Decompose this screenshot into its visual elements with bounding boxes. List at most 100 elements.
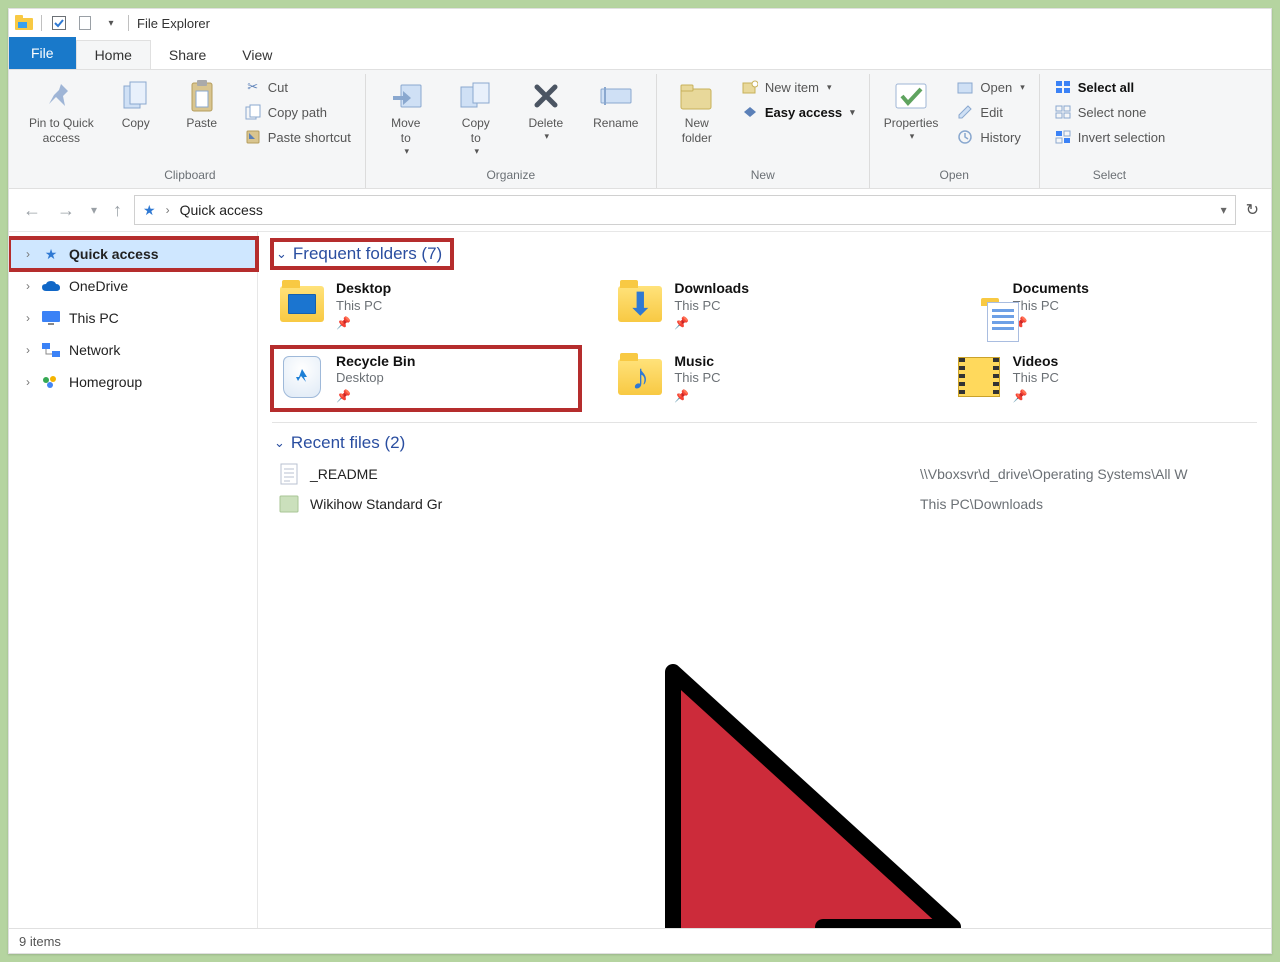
expand-icon[interactable]: › [23,311,33,325]
properties-check-icon [893,78,929,114]
paste-icon [184,78,220,114]
chevron-down-icon: ▾ [475,146,480,157]
refresh-button[interactable]: ↻ [1244,200,1261,220]
new-folder-button[interactable]: New folder [667,74,727,146]
content-pane: ⌄ Frequent folders (7) DesktopThis PC📌 ⬇… [258,232,1271,954]
easy-access-icon [741,103,759,121]
delete-x-icon [528,78,564,114]
move-to-icon [388,78,424,114]
folder-item-downloads[interactable]: ⬇ DownloadsThis PC📌 [610,274,918,337]
sidebar-item-label: Homegroup [69,374,142,390]
ribbon-group-new: New folder New item▾ Easy access▾ New [657,74,870,188]
scissors-icon: ✂ [244,78,262,96]
invert-selection-button[interactable]: Invert selection [1050,126,1169,148]
pin-icon: 📌 [336,316,391,331]
select-all-button[interactable]: Select all [1050,76,1169,98]
qat-checkbox-icon[interactable] [50,14,68,32]
sidebar-item-quick-access[interactable]: › ★ Quick access [9,238,257,270]
expand-icon[interactable]: › [23,343,33,357]
sidebar-item-label: OneDrive [69,278,128,294]
expand-icon[interactable]: › [23,375,33,389]
documents-folder-icon [955,280,1003,328]
recent-file-readme[interactable]: _README \\Vboxsvr\d_drive\Operating Syst… [272,459,1257,489]
rename-icon [598,78,634,114]
paste-button[interactable]: Paste [174,74,230,131]
navigation-bar: ← → ▾ ↑ ★ › Quick access ▾ ↻ [9,189,1271,232]
rename-button[interactable]: Rename [586,74,646,131]
recent-file-wikihow[interactable]: Wikihow Standard Gr This PC\Downloads [272,489,1257,519]
expand-icon[interactable]: › [23,247,33,261]
homegroup-icon [41,372,61,392]
group-label-new: New [667,164,859,188]
section-recent-files[interactable]: ⌄ Recent files (2) [272,427,1257,459]
section-frequent-label: Frequent folders (7) [293,244,442,264]
pin-icon [43,78,79,114]
copy-button[interactable]: Copy [108,74,164,131]
ribbon-group-select: Select all Select none Invert selection … [1040,74,1179,188]
select-none-button[interactable]: Select none [1050,101,1169,123]
file-explorer-window: ▾ File Explorer File Home Share View Pin… [8,8,1272,954]
recycle-bin-icon [278,353,326,401]
tab-share[interactable]: Share [151,41,224,69]
ribbon-group-organize: Move to▾ Copy to▾ Delete▾ Rename Organiz… [366,74,657,188]
tab-home[interactable]: Home [76,40,151,69]
app-icon [15,14,33,32]
select-none-icon [1054,103,1072,121]
text-file-icon [278,463,300,485]
group-label-organize: Organize [376,164,646,188]
cut-button[interactable]: ✂Cut [240,76,355,98]
pin-icon: 📌 [1013,316,1089,331]
pin-to-quick-access-button[interactable]: Pin to Quick access [25,74,98,146]
group-label-clipboard: Clipboard [25,164,355,188]
explorer-body: › ★ Quick access › OneDrive › This PC › … [9,232,1271,954]
window-title: File Explorer [137,16,210,31]
qat-dropdown-icon[interactable]: ▾ [102,14,120,32]
tab-view[interactable]: View [224,41,290,69]
chevron-down-icon: ▾ [1020,82,1025,93]
sidebar-item-homegroup[interactable]: › Homegroup [9,366,257,398]
onedrive-cloud-icon [41,276,61,296]
chevron-down-icon: ⌄ [276,246,287,262]
generic-file-icon [278,493,300,515]
new-item-button[interactable]: New item▾ [737,76,859,98]
folder-item-recycle-bin[interactable]: Recycle BinDesktop📌 [272,347,580,410]
expand-icon[interactable]: › [23,279,33,293]
new-folder-icon [679,78,715,114]
forward-button[interactable]: → [53,200,79,221]
open-button[interactable]: Open▾ [952,76,1028,98]
folder-item-documents[interactable]: DocumentsThis PC📌 [949,274,1257,337]
breadcrumb-root[interactable]: Quick access [180,202,263,218]
folder-item-videos[interactable]: VideosThis PC📌 [949,347,1257,410]
ribbon: Pin to Quick access Copy Paste ✂Cut [9,69,1271,189]
section-frequent-folders[interactable]: ⌄ Frequent folders (7) [272,240,452,268]
recent-locations-button[interactable]: ▾ [87,203,101,217]
back-button[interactable]: ← [19,200,45,221]
properties-button[interactable]: Properties▾ [880,74,943,142]
folder-item-music[interactable]: ♪ MusicThis PC📌 [610,347,918,410]
copy-to-button[interactable]: Copy to▾ [446,74,506,157]
frequent-folders-grid: DesktopThis PC📌 ⬇ DownloadsThis PC📌 Docu… [272,274,1257,410]
delete-button[interactable]: Delete▾ [516,74,576,142]
sidebar-item-network[interactable]: › Network [9,334,257,366]
address-dropdown-icon[interactable]: ▾ [1221,203,1227,217]
up-button[interactable]: ↑ [109,200,126,221]
ribbon-group-clipboard: Pin to Quick access Copy Paste ✂Cut [15,74,366,188]
easy-access-button[interactable]: Easy access▾ [737,101,859,123]
sidebar-item-this-pc[interactable]: › This PC [9,302,257,334]
tab-file[interactable]: File [9,37,76,69]
folder-item-desktop[interactable]: DesktopThis PC📌 [272,274,580,337]
separator [41,15,42,31]
sidebar-item-onedrive[interactable]: › OneDrive [9,270,257,302]
copy-to-icon [458,78,494,114]
history-button[interactable]: History [952,126,1028,148]
pin-icon: 📌 [336,389,415,404]
paste-shortcut-button[interactable]: Paste shortcut [240,126,355,148]
qat-document-icon[interactable] [76,14,94,32]
edit-button[interactable]: Edit [952,101,1028,123]
move-to-button[interactable]: Move to▾ [376,74,436,157]
title-bar: ▾ File Explorer [9,9,1271,37]
address-bar[interactable]: ★ › Quick access ▾ [134,195,1236,225]
copy-icon [118,78,154,114]
status-item-count: 9 items [19,934,61,949]
copy-path-button[interactable]: Copy path [240,101,355,123]
